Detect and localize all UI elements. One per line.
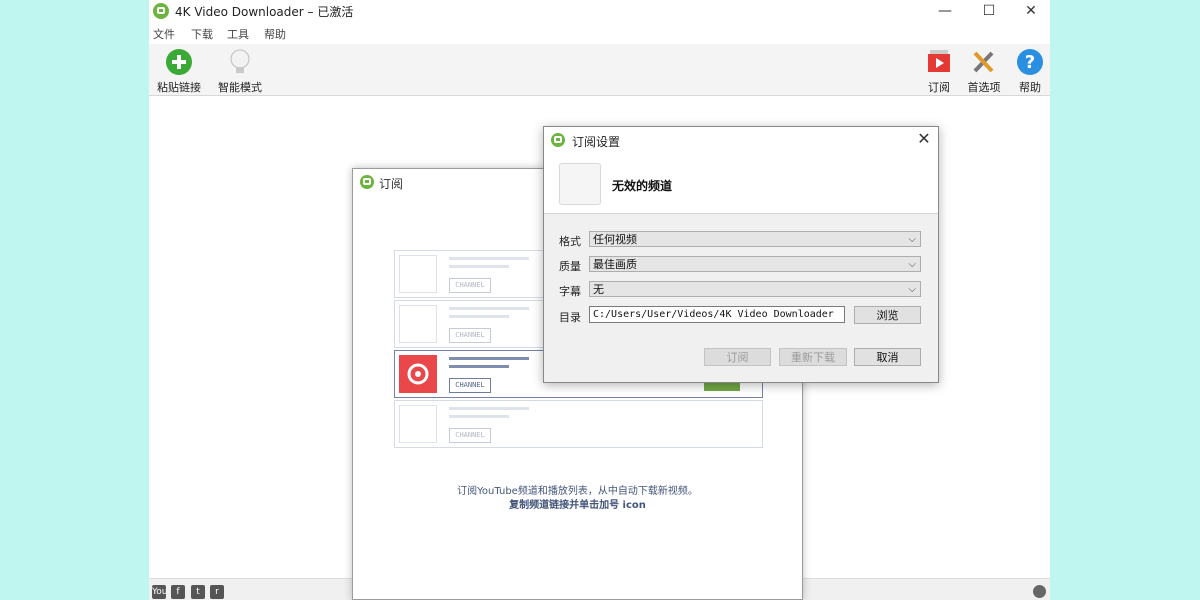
chevron-down-icon: ⌵ bbox=[908, 284, 916, 295]
help-button[interactable]: ? 帮助 bbox=[1013, 48, 1047, 95]
menu-bar: 文件 下载 工具 帮助 bbox=[149, 24, 1050, 44]
plus-icon bbox=[166, 49, 192, 75]
help-label: 帮助 bbox=[1019, 81, 1041, 94]
subscribe-indicator bbox=[704, 382, 740, 391]
format-value: 任何视频 bbox=[593, 233, 637, 246]
channel-tag: CHANNEL bbox=[449, 278, 491, 293]
format-select[interactable]: 任何视频 ⌵ bbox=[589, 231, 921, 247]
directory-label: 目录 bbox=[559, 311, 581, 324]
reddit-icon[interactable]: r bbox=[210, 585, 224, 599]
app-logo-icon bbox=[360, 175, 374, 189]
placeholder-line bbox=[449, 415, 509, 418]
preferences-label: 首选项 bbox=[967, 81, 1001, 94]
subscriptions-hint-bold: 复制频道链接并单击加号 icon bbox=[509, 500, 646, 511]
settings-header: 订阅设置 ✕ 无效的频道 bbox=[544, 127, 938, 214]
placeholder-line bbox=[449, 257, 529, 260]
smart-mode-button[interactable]: 智能模式 bbox=[215, 48, 265, 95]
menu-help[interactable]: 帮助 bbox=[264, 26, 286, 42]
quality-select[interactable]: 最佳画质 ⌵ bbox=[589, 256, 921, 272]
browse-button[interactable]: 浏览 bbox=[854, 306, 921, 324]
placeholder-line bbox=[449, 307, 529, 310]
directory-field[interactable]: C:/Users/User/Videos/4K Video Downloader bbox=[589, 306, 845, 323]
placeholder-line bbox=[449, 407, 529, 410]
close-icon[interactable]: ✕ bbox=[914, 129, 934, 148]
placeholder-line bbox=[449, 357, 529, 360]
lightbulb-icon bbox=[230, 49, 250, 73]
channel-tag: CHANNEL bbox=[449, 378, 491, 393]
globe-icon[interactable] bbox=[1033, 585, 1046, 598]
subtitles-select[interactable]: 无 ⌵ bbox=[589, 281, 921, 297]
title-bar: 4K Video Downloader – 已激活 — ☐ ✕ bbox=[149, 0, 1050, 22]
subscriptions-icon bbox=[928, 50, 950, 72]
subscriptions-dialog-title: 订阅 bbox=[379, 177, 404, 191]
sun-icon bbox=[399, 255, 437, 293]
channel-avatar bbox=[559, 163, 601, 205]
help-icon: ? bbox=[1017, 49, 1043, 75]
subtitles-label: 字幕 bbox=[559, 285, 581, 298]
paste-link-button[interactable]: 粘贴链接 bbox=[155, 48, 203, 95]
chevron-down-icon: ⌵ bbox=[908, 234, 916, 245]
channel-tag: CHANNEL bbox=[449, 428, 491, 443]
subscription-settings-dialog: 订阅设置 ✕ 无效的频道 格式 任何视频 ⌵ 质量 最佳画质 ⌵ 字幕 无 ⌵ … bbox=[543, 126, 939, 383]
quality-value: 最佳画质 bbox=[593, 258, 637, 271]
settings-dialog-title: 订阅设置 bbox=[572, 135, 621, 149]
placeholder-line bbox=[449, 365, 509, 368]
paw-icon bbox=[399, 305, 437, 343]
placeholder-line bbox=[449, 265, 509, 268]
tools-icon bbox=[973, 51, 994, 73]
app-logo-icon bbox=[153, 3, 169, 19]
toolbar: 粘贴链接 智能模式 订阅 首选项 ? 帮助 bbox=[149, 44, 1050, 96]
subscribe-button[interactable]: 订阅 bbox=[704, 348, 771, 366]
quality-label: 质量 bbox=[559, 260, 581, 273]
guitar-icon bbox=[399, 405, 437, 443]
menu-file[interactable]: 文件 bbox=[153, 26, 175, 42]
channel-card-placeholder: CHANNEL bbox=[394, 400, 763, 448]
youtube-icon[interactable]: You bbox=[152, 585, 168, 599]
flower-icon bbox=[399, 355, 437, 393]
redownload-button[interactable]: 重新下载 bbox=[779, 348, 847, 366]
channel-tag: CHANNEL bbox=[449, 328, 491, 343]
subscriptions-button[interactable]: 订阅 bbox=[921, 48, 957, 95]
app-logo-icon bbox=[551, 133, 565, 147]
twitter-icon[interactable]: t bbox=[191, 585, 205, 599]
preferences-button[interactable]: 首选项 bbox=[964, 48, 1004, 95]
paste-link-label: 粘贴链接 bbox=[157, 81, 201, 94]
svg-text:?: ? bbox=[1025, 52, 1035, 73]
subscriptions-label: 订阅 bbox=[928, 81, 950, 94]
close-button[interactable]: ✕ bbox=[1011, 0, 1050, 22]
placeholder-line bbox=[449, 315, 509, 318]
subtitles-value: 无 bbox=[593, 283, 604, 296]
window-title: 4K Video Downloader – 已激活 bbox=[175, 5, 354, 19]
maximize-button[interactable]: ☐ bbox=[969, 0, 1009, 22]
smart-mode-label: 智能模式 bbox=[218, 81, 262, 94]
chevron-down-icon: ⌵ bbox=[908, 259, 916, 270]
minimize-button[interactable]: — bbox=[925, 0, 965, 22]
cancel-button[interactable]: 取消 bbox=[854, 348, 921, 366]
facebook-icon[interactable]: f bbox=[171, 585, 185, 599]
menu-tools[interactable]: 工具 bbox=[227, 26, 249, 42]
channel-name: 无效的频道 bbox=[612, 179, 673, 193]
menu-download[interactable]: 下载 bbox=[191, 26, 213, 42]
subscriptions-hint: 订阅YouTube频道和播放列表，从中自动下载新视频。 bbox=[457, 486, 698, 497]
format-label: 格式 bbox=[559, 235, 581, 248]
